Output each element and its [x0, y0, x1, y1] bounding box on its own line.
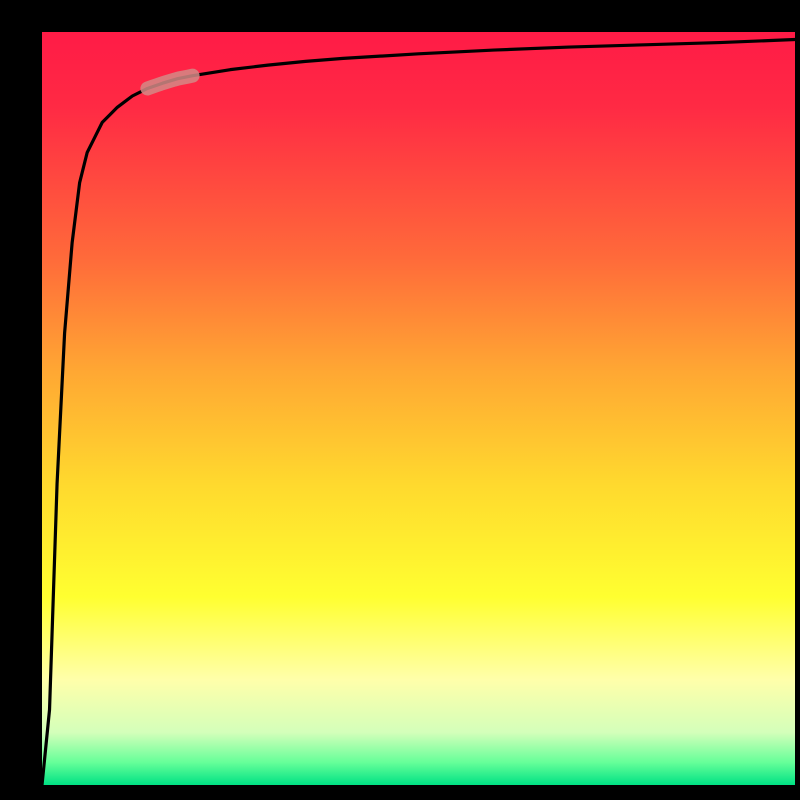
chart-root: TheBottleneck.com	[0, 0, 800, 800]
plot-gradient-area	[42, 32, 795, 785]
bottleneck-chart	[0, 0, 800, 800]
